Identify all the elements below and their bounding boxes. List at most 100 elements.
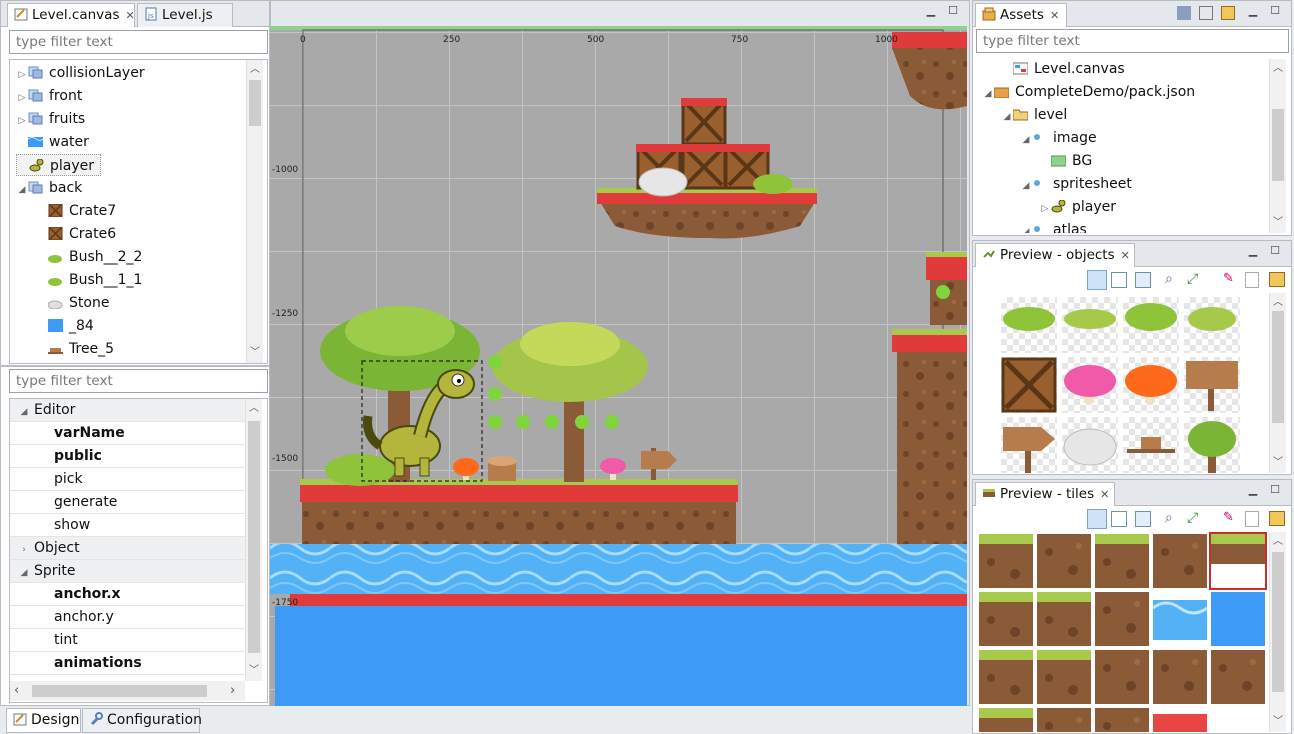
minimize-icon[interactable]: ▁ [1247,5,1259,18]
expanded-arrow-icon[interactable]: ◢ [1020,221,1032,233]
stump[interactable] [487,456,517,481]
new-folder-icon[interactable] [1269,511,1285,526]
outline-item[interactable]: Bush__1_1 [36,269,142,291]
layers-icon[interactable] [1135,272,1151,288]
right-small-platform[interactable] [926,252,967,325]
tile-thumbnail-grass-small[interactable] [979,708,1033,732]
minimize-icon[interactable]: ▁ [1247,484,1259,497]
layers-icon[interactable] [1135,511,1151,527]
property-category[interactable]: ◢ Sprite [10,560,245,583]
level-canvas[interactable]: 0 250 500 750 1000 -1000 -1250 -1500 -1750 [270,26,967,706]
outline-item[interactable]: Stone [36,292,109,314]
minimize-icon[interactable]: ▁ [925,5,937,18]
scroll-thumb[interactable] [1272,109,1284,181]
list-view-icon[interactable] [1111,272,1127,288]
grid-view-icon[interactable] [1087,270,1107,290]
new-folder-icon[interactable] [1221,6,1235,20]
tile-thumbnail-red-tile[interactable] [1153,708,1207,732]
properties-scrollbar[interactable]: ︿ ﹀ [245,399,262,681]
tile-thumbnail-grass-edge[interactable] [1095,534,1149,588]
object-thumbnail-arrow-sign[interactable] [1001,417,1057,473]
scroll-down-icon[interactable]: ﹀ [1270,215,1286,231]
outline-item[interactable]: Tree_5 [36,338,114,360]
outline-item[interactable]: ▷ front [16,85,83,109]
property-row[interactable]: generate [10,491,245,514]
copy-icon[interactable] [1245,272,1259,288]
expanded-arrow-icon[interactable]: ◢ [18,401,30,424]
scroll-up-icon[interactable]: ︿ [1270,61,1286,77]
scroll-up-icon[interactable]: ︿ [246,401,262,417]
asset-item[interactable]: ▷ player [1039,196,1116,218]
tile-thumbnail-dirt-5[interactable] [1037,708,1091,732]
outline-item[interactable]: Crate7 [36,200,116,222]
list-view-icon[interactable] [1111,511,1127,527]
properties-hscrollbar[interactable]: ‹ › [10,681,245,701]
property-row[interactable]: show [10,514,245,537]
tile-thumbnail-dirt-2[interactable] [1095,650,1149,704]
property-row[interactable]: animations [10,652,245,675]
outline-filter-input[interactable]: type filter text [9,30,268,54]
object-thumbnail-crate[interactable] [1001,357,1057,413]
outline-scrollbar[interactable]: ︿ ﹀ [246,60,263,363]
maximize-icon[interactable]: ☐ [947,5,959,18]
scroll-down-icon[interactable]: ﹀ [246,663,262,679]
tile-thumbnail-dirt-col[interactable] [1095,592,1149,646]
expanded-arrow-icon[interactable]: ◢ [1001,106,1013,128]
tile-thumbnail-dirt-3[interactable] [1153,650,1207,704]
scroll-up-icon[interactable]: ︿ [247,62,263,78]
maximize-icon[interactable]: ☐ [1269,245,1281,258]
asset-item[interactable]: Level.canvas [1001,58,1125,80]
tile-thumbnail-water[interactable] [1211,592,1265,646]
tile-thumbnail-float-edge-selected[interactable] [1209,532,1267,590]
water[interactable] [270,544,967,706]
object-thumbnail-sign-board[interactable] [1184,357,1240,413]
scroll-down-icon[interactable]: ﹀ [247,345,263,361]
edit-icon[interactable] [1199,6,1213,20]
close-icon[interactable]: ✕ [1050,9,1059,22]
collapsed-arrow-icon[interactable]: ▷ [16,87,28,109]
collapsed-arrow-icon[interactable]: ▷ [16,64,28,86]
zoom-icon[interactable]: ⌕ [1165,510,1173,526]
property-row[interactable]: public [10,445,245,468]
object-thumbnail-bush-1[interactable] [1001,297,1057,353]
tile-thumbnail-grass-left[interactable] [979,650,1033,704]
tile-thumbnail-water-wave[interactable] [1152,592,1208,646]
scroll-down-icon[interactable]: ﹀ [1270,455,1286,471]
eraser-icon[interactable]: ✎ [1223,510,1234,525]
outline-item[interactable]: ◢ back [16,177,83,199]
object-thumbnail-bush-3[interactable] [1123,297,1179,353]
asset-item[interactable]: BG [1039,150,1092,172]
tab-assets[interactable]: Assets ✕ [975,3,1067,27]
property-row[interactable]: tint [10,629,245,652]
minimize-icon[interactable]: ▁ [1247,245,1259,258]
asset-item[interactable]: ◢ atlas [1020,219,1087,233]
close-icon[interactable]: ✕ [125,9,134,22]
close-icon[interactable]: ✕ [1100,488,1109,501]
close-icon[interactable]: ✕ [1121,249,1130,262]
scroll-up-icon[interactable]: ︿ [1270,295,1286,311]
stone[interactable] [638,167,688,197]
tile-thumbnail-grass-right[interactable] [1037,650,1091,704]
property-category[interactable]: ◢ Editor [10,399,245,422]
sync-icon[interactable] [1177,6,1191,20]
tab-preview-tiles[interactable]: Preview - tiles ✕ [975,482,1115,506]
tab-configuration[interactable]: Configuration [82,708,202,733]
property-row[interactable]: varName [10,422,245,445]
maximize-icon[interactable]: ☐ [1269,484,1281,497]
tile-thumbnail-dirt-cliff[interactable] [1153,534,1207,588]
maximize-icon[interactable]: ☐ [1269,5,1281,18]
outline-item[interactable]: player [16,154,102,176]
new-folder-icon[interactable] [1269,272,1285,287]
outline-item[interactable]: Bush__2_2 [36,246,142,268]
tile-thumbnail-dirt-4[interactable] [1211,650,1265,704]
scene-svg[interactable] [270,26,967,706]
copy-icon[interactable] [1245,511,1259,527]
property-row[interactable]: anchor.x [10,583,245,606]
property-category[interactable]: › Object [10,537,245,560]
expanded-arrow-icon[interactable]: ◢ [1020,175,1032,197]
collapsed-arrow-icon[interactable]: ▷ [1039,198,1051,220]
assets-scrollbar[interactable]: ︿ ﹀ [1269,59,1286,233]
asset-item[interactable]: ◢ spritesheet [1020,173,1132,195]
asset-item[interactable]: ◢ image [1020,127,1097,149]
collapsed-arrow-icon[interactable]: › [18,539,30,562]
